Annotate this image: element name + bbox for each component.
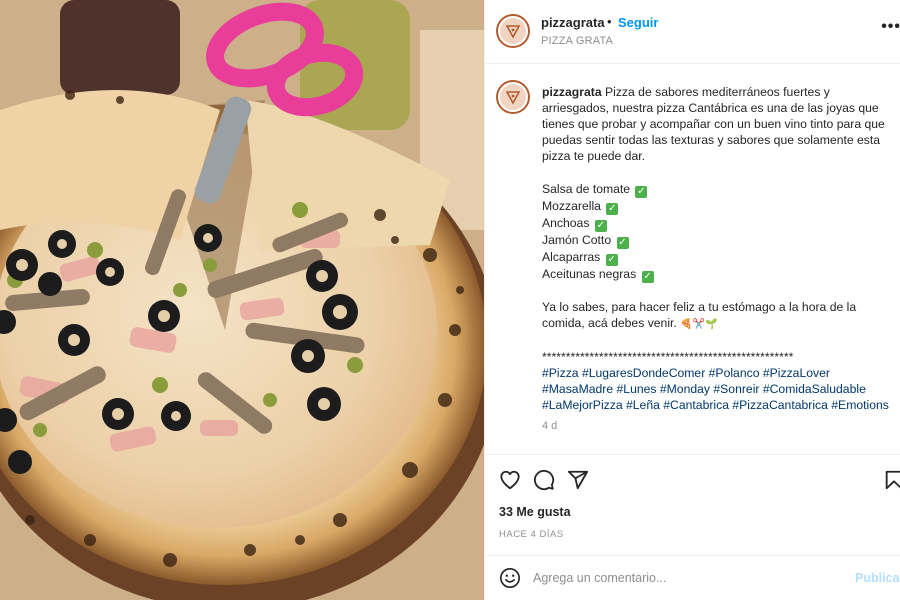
- more-options-icon[interactable]: •••: [881, 18, 900, 36]
- caption-stars: ****************************************…: [542, 349, 794, 364]
- bookmark-icon[interactable]: [883, 469, 900, 491]
- location-label[interactable]: PIZZA GRATA: [541, 35, 613, 47]
- post-timestamp[interactable]: HACE 4 DÍAS: [499, 529, 564, 540]
- caption-age: 4 d: [542, 420, 558, 432]
- check-emoji-icon: ✓: [616, 236, 629, 249]
- caption-hashtags[interactable]: #Pizza #LugaresDondeComer #Polanco #Pizz…: [542, 365, 900, 413]
- check-emoji-icon: ✓: [606, 202, 619, 215]
- likes-count[interactable]: 33 Me gusta: [499, 505, 571, 519]
- post-header: pizzagrata • Seguir PIZZA GRATA •••: [485, 0, 900, 64]
- pizza-logo-icon: [500, 18, 526, 44]
- comment-icon[interactable]: [533, 469, 555, 491]
- ingredient-item: Salsa de tomate ✓: [542, 181, 648, 198]
- ingredient-item: Jamón Cotto ✓: [542, 232, 629, 249]
- check-emoji-icon: ✓: [635, 185, 648, 198]
- header-username[interactable]: pizzagrata: [541, 15, 605, 30]
- ingredient-item: Mozzarella ✓: [542, 198, 619, 215]
- post-photo[interactable]: [0, 0, 484, 600]
- header-separator: •: [607, 14, 612, 29]
- share-icon[interactable]: [567, 469, 589, 491]
- publish-button[interactable]: Publicar: [855, 571, 900, 585]
- comments-section: pizzagrata Pizza de sabores mediterráneo…: [485, 64, 900, 454]
- pizza-photo-illustration: [0, 0, 484, 600]
- pizza-logo-icon: [500, 84, 526, 110]
- ingredient-item: Anchoas ✓: [542, 215, 607, 232]
- check-emoji-icon: ✓: [594, 219, 607, 232]
- follow-button[interactable]: Seguir: [618, 15, 658, 30]
- avatar[interactable]: [496, 14, 530, 48]
- check-emoji-icon: ✓: [605, 253, 618, 266]
- post-actions: 33 Me gusta HACE 4 DÍAS Publicar: [485, 454, 900, 599]
- post-side-panel: pizzagrata • Seguir PIZZA GRATA ••• pizz…: [484, 0, 900, 600]
- emoji-icon[interactable]: [499, 567, 521, 589]
- check-emoji-icon: ✓: [641, 270, 654, 283]
- heart-icon[interactable]: [499, 469, 521, 491]
- post-caption: pizzagrata Pizza de sabores mediterráneo…: [542, 84, 900, 413]
- caption-closing: Ya lo sabes, para hacer feliz a tu estóm…: [542, 299, 860, 330]
- caption-username[interactable]: pizzagrata: [542, 85, 602, 99]
- food-emoji-icon: 🍕✂️🌱: [680, 318, 718, 330]
- comment-bar: Publicar: [485, 555, 900, 600]
- ingredient-item: Aceitunas negras ✓: [542, 266, 654, 283]
- comment-input[interactable]: [533, 568, 833, 588]
- ingredient-item: Alcaparras ✓: [542, 249, 618, 266]
- caption-avatar[interactable]: [496, 80, 530, 114]
